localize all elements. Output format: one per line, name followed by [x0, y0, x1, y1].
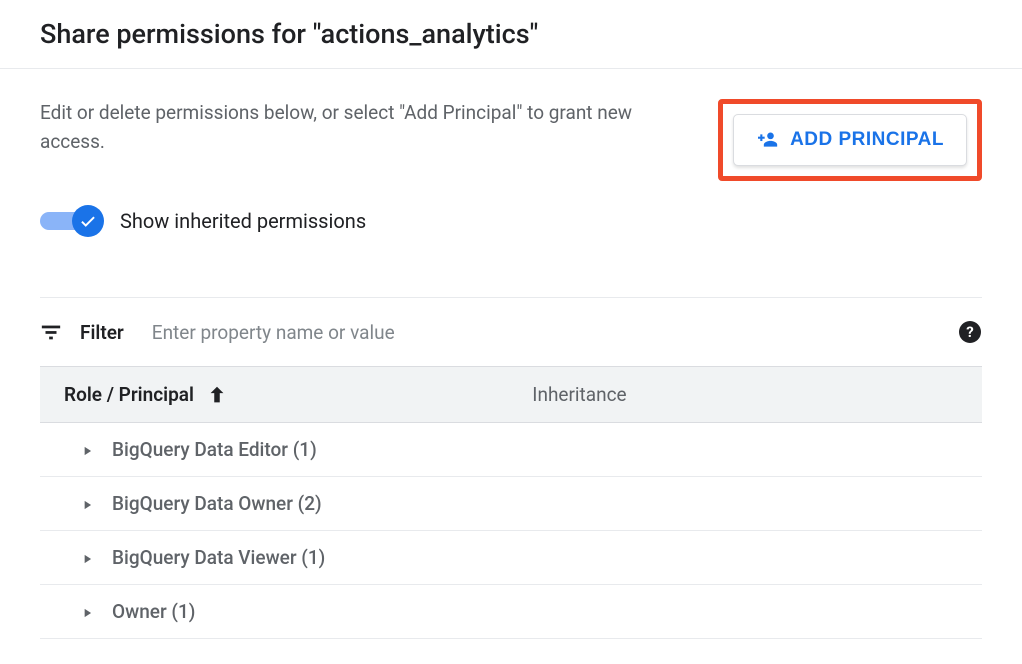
role-label: BigQuery Data Owner (2) — [112, 492, 322, 515]
role-label: BigQuery Data Viewer (1) — [112, 546, 325, 569]
add-principal-label: ADD PRINCIPAL — [790, 129, 944, 151]
dialog-header: Share permissions for "actions_analytics… — [0, 0, 1022, 69]
permissions-table: Filter ? Role / Principal Inheritance — [40, 297, 982, 639]
expand-icon[interactable] — [80, 443, 94, 457]
role-label: Owner (1) — [112, 600, 195, 623]
filter-row: Filter ? — [40, 298, 982, 366]
inherited-permissions-toggle[interactable] — [40, 205, 104, 237]
toggle-row: Show inherited permissions — [40, 205, 982, 237]
sort-ascending-icon — [206, 384, 228, 406]
description-text: Edit or delete permissions below, or sel… — [40, 99, 660, 156]
table-row[interactable]: BigQuery Data Owner (2) — [40, 477, 982, 531]
column-header-role[interactable]: Role / Principal — [64, 383, 532, 406]
expand-icon[interactable] — [80, 551, 94, 565]
role-label: BigQuery Data Editor (1) — [112, 438, 317, 461]
table-row[interactable]: BigQuery Data Viewer (1) — [40, 531, 982, 585]
toggle-label: Show inherited permissions — [120, 209, 366, 233]
table-row[interactable]: BigQuery Data Editor (1) — [40, 423, 982, 477]
top-row: Edit or delete permissions below, or sel… — [40, 99, 982, 181]
column-header-inheritance[interactable]: Inheritance — [532, 383, 958, 406]
expand-icon[interactable] — [80, 605, 94, 619]
highlight-frame: ADD PRINCIPAL — [718, 99, 982, 181]
expand-icon[interactable] — [80, 497, 94, 511]
help-icon[interactable]: ? — [958, 320, 982, 344]
filter-input[interactable] — [152, 321, 940, 344]
svg-text:?: ? — [966, 323, 973, 341]
page-title: Share permissions for "actions_analytics… — [40, 18, 982, 50]
filter-label: Filter — [80, 321, 124, 344]
table-row[interactable]: Owner (1) — [40, 585, 982, 639]
filter-icon — [40, 321, 62, 343]
add-person-icon — [756, 130, 780, 150]
content-area: Edit or delete permissions below, or sel… — [0, 69, 1022, 639]
table-header: Role / Principal Inheritance — [40, 366, 982, 423]
add-principal-button[interactable]: ADD PRINCIPAL — [733, 114, 967, 166]
check-icon — [79, 212, 97, 230]
